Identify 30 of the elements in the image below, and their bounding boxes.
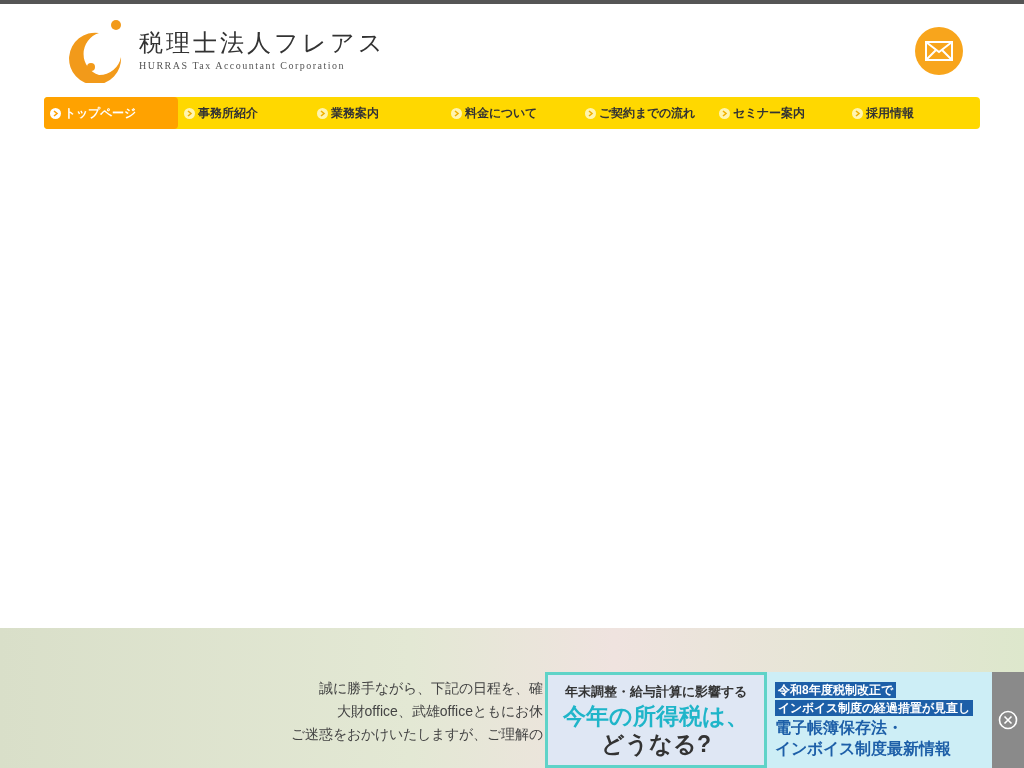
chevron-icon (50, 107, 61, 119)
banner-subtitle: 年末調整・給与計算に影響する (565, 683, 747, 702)
logo-title: 税理士法人フレアス (139, 28, 386, 58)
nav-tab[interactable]: ご契約までの流れ (578, 97, 713, 129)
nav-tab[interactable]: 業務案内 (311, 97, 446, 129)
chevron-icon (718, 107, 730, 119)
nav-tab[interactable]: 事務所紹介 (177, 97, 312, 129)
banner-tag: インボイス制度の経過措置が見直し (775, 700, 973, 716)
mail-icon (925, 40, 953, 61)
nav-tab[interactable]: 料金について (445, 97, 579, 129)
banner-headline: どうなる? (600, 729, 712, 758)
close-icon[interactable] (998, 710, 1018, 730)
notice-text: 大財office、武雄officeともにお休 (336, 702, 543, 721)
banner-headline: 電子帳簿保存法・ (775, 718, 903, 737)
invoice-banner[interactable]: 令和8年度税制改正で インボイス制度の経過措置が見直し 電子帳簿保存法・ インボイス制度最新情報 (767, 672, 992, 768)
notice-text: 誠に勝手ながら、下記の日程を、確 (319, 679, 543, 698)
chevron-icon (317, 107, 329, 119)
banner-headline: インボイス制度最新情報 (775, 739, 951, 758)
notice-text: ご迷惑をおかけいたしますが、ご理解の (291, 725, 543, 744)
banner-tag: 令和8年度税制改正で (775, 682, 896, 698)
banner-headline: 今年の所得税は、 (563, 701, 749, 730)
chevron-icon (451, 107, 463, 119)
mail-button[interactable] (915, 26, 963, 75)
chevron-icon (852, 107, 864, 119)
logo-subtitle: HURRAS Tax Accountant Corporation (139, 59, 347, 73)
chevron-icon (584, 107, 596, 119)
nav-tab[interactable]: 採用情報 (846, 97, 981, 129)
tax-banner[interactable]: 年末調整・給与計算に影響する 今年の所得税は、 どうなる? (545, 672, 767, 768)
chevron-icon (183, 107, 195, 119)
nav-tab[interactable]: セミナー案内 (712, 97, 847, 129)
